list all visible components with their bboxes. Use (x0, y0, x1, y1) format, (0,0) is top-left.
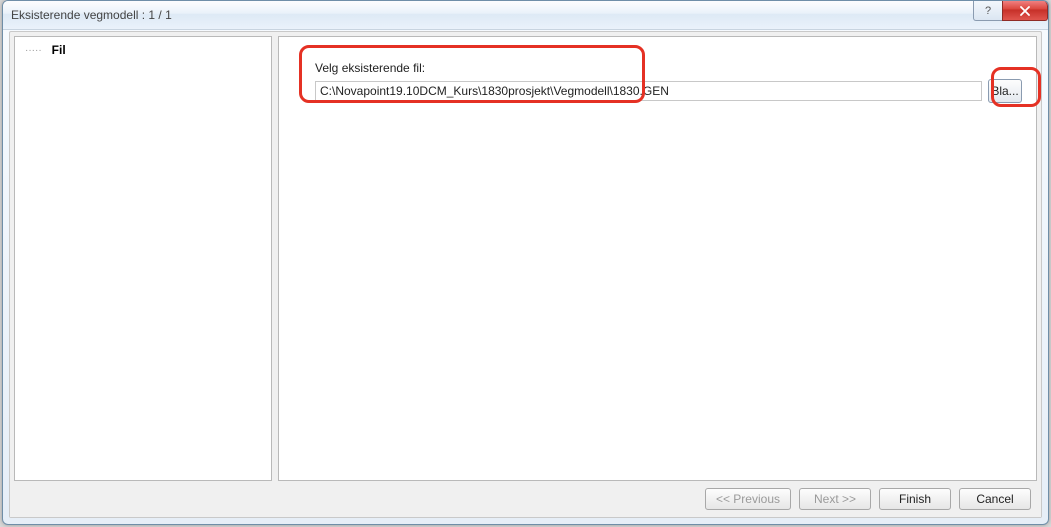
tree-toggle-icon: ····· (25, 45, 42, 56)
titlebar[interactable]: Eksisterende vegmodell : 1 / 1 ? (3, 1, 1048, 30)
window-buttons: ? (974, 1, 1048, 21)
browse-button[interactable]: Bla... (988, 79, 1022, 103)
help-icon: ? (985, 5, 991, 17)
help-button[interactable]: ? (973, 1, 1003, 21)
tree-item-fil[interactable]: ····· Fil (15, 41, 271, 59)
sidebar-tree[interactable]: ····· Fil (14, 36, 272, 481)
close-button[interactable] (1002, 1, 1048, 21)
dialog-footer: << Previous Next >> Finish Cancel (10, 481, 1041, 517)
main-panel: Velg eksisterende fil: Bla... (278, 36, 1037, 481)
window-title: Eksisterende vegmodell : 1 / 1 (11, 8, 172, 22)
finish-button[interactable]: Finish (879, 488, 951, 510)
next-button[interactable]: Next >> (799, 488, 871, 510)
close-icon (1019, 6, 1031, 16)
client-area: ····· Fil Velg eksisterende fil: Bla... … (9, 31, 1042, 518)
dialog-window: Eksisterende vegmodell : 1 / 1 ? ····· F… (2, 0, 1049, 525)
previous-button[interactable]: << Previous (705, 488, 791, 510)
file-path-input[interactable] (315, 81, 982, 101)
cancel-button[interactable]: Cancel (959, 488, 1031, 510)
select-file-label: Velg eksisterende fil: (315, 61, 425, 75)
tree-item-label: Fil (52, 43, 66, 57)
